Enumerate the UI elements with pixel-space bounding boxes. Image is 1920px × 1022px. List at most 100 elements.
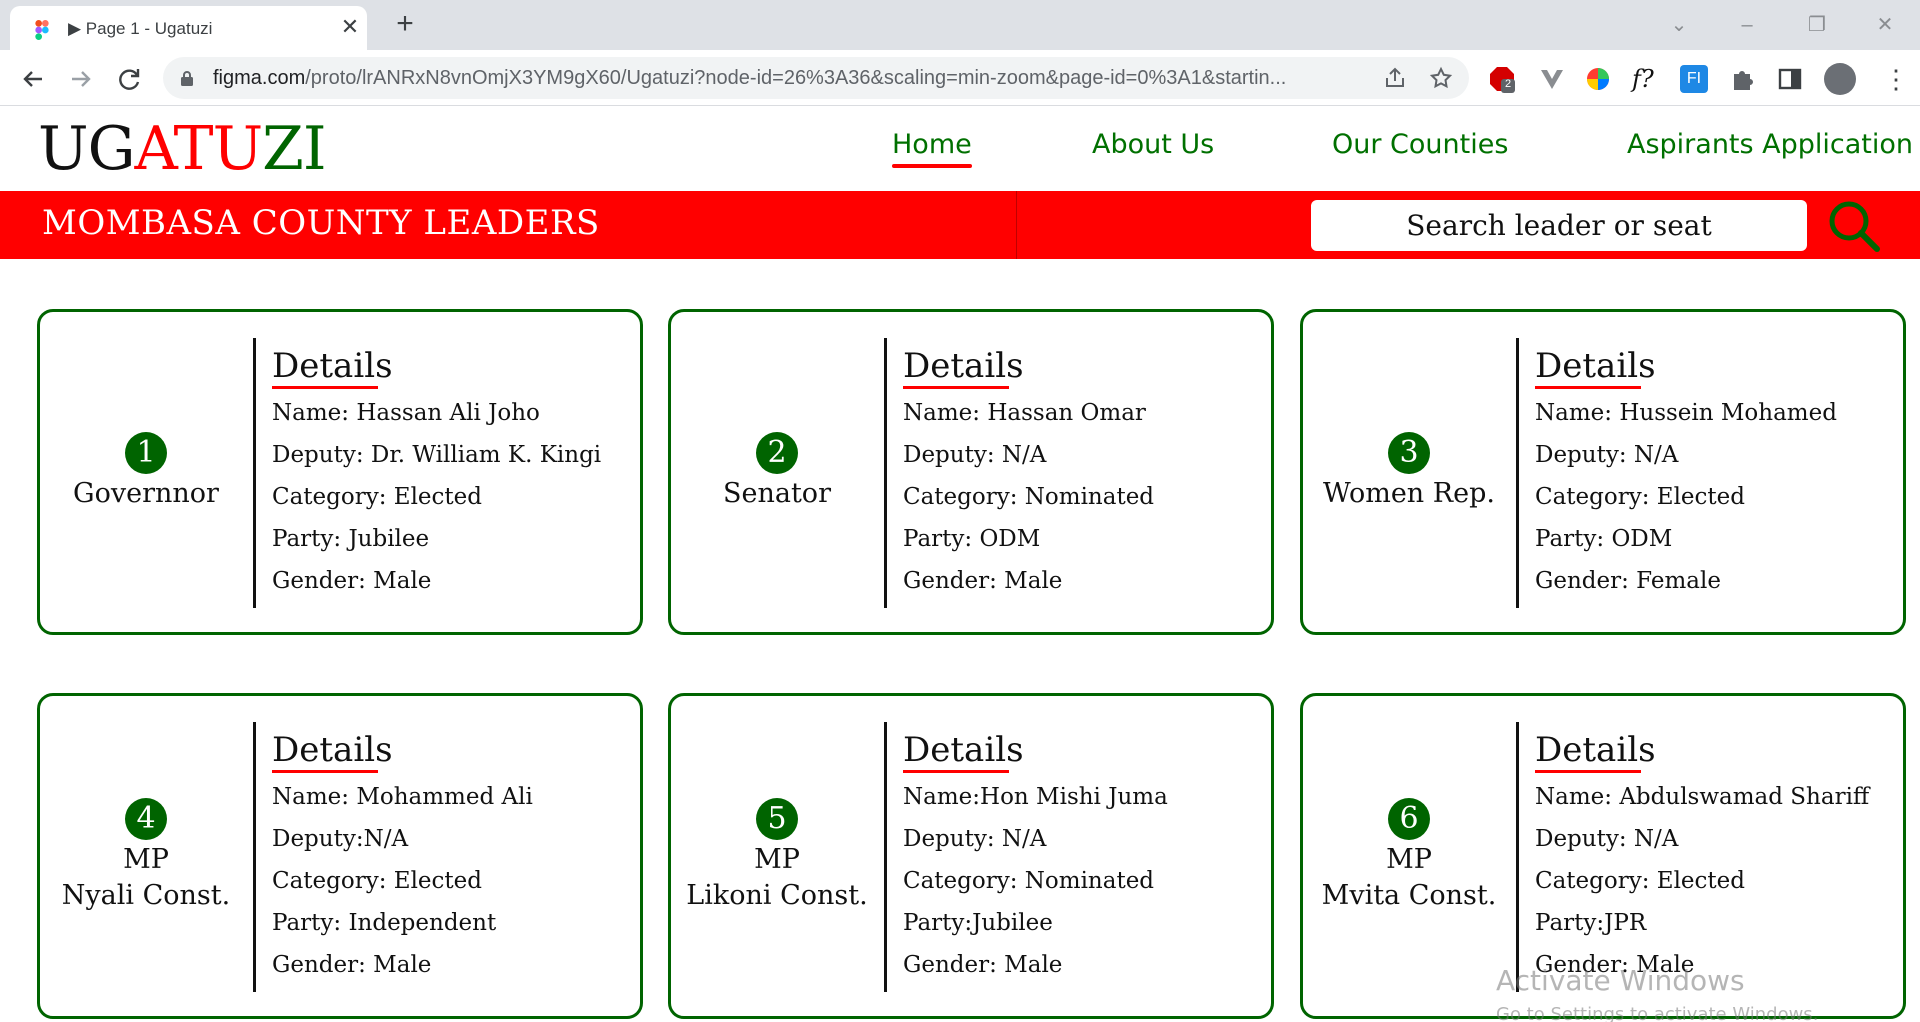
forward-arrow-icon[interactable]	[66, 64, 96, 94]
seat-number-badge: 6	[1388, 798, 1430, 840]
seat-info: 2 Senator	[671, 312, 883, 632]
activate-windows-watermark: Activate Windows	[1496, 964, 1745, 997]
share-icon[interactable]	[1383, 66, 1407, 90]
leader-gender: Gender: Male	[903, 568, 1063, 594]
leader-category: Category: Elected	[272, 484, 482, 510]
seat-role: Women Rep.	[1323, 478, 1495, 509]
search-icon[interactable]	[1826, 198, 1882, 254]
figma-favicon-icon	[35, 20, 49, 40]
adblock-extension-icon[interactable]: 2	[1488, 65, 1516, 93]
leader-details: Details Name: Mohammed Ali Deputy:N/A Ca…	[272, 730, 642, 986]
details-heading: Details	[903, 346, 1024, 389]
seat-number-badge: 2	[756, 432, 798, 474]
leader-deputy: Deputy: N/A	[903, 826, 1047, 852]
seat-number-badge: 4	[125, 798, 167, 840]
kebab-menu-icon[interactable]: ⋮	[1882, 65, 1910, 93]
play-icon: ▶	[68, 19, 86, 38]
nav-counties-link[interactable]: Our Counties	[1332, 129, 1508, 160]
url-text: figma.com/proto/lrANRxN8vnOmjX3YM9gX60/U…	[213, 67, 1287, 89]
close-window-icon[interactable]: ✕	[1870, 10, 1900, 40]
seat-info: 1 Governnor	[40, 312, 252, 632]
sidepanel-icon[interactable]	[1776, 65, 1804, 93]
seat-constituency: Likoni Const.	[686, 880, 868, 911]
puzzle-icon[interactable]	[1728, 65, 1756, 93]
site-logo[interactable]: UGATUZI	[38, 109, 327, 189]
address-bar[interactable]: figma.com/proto/lrANRxN8vnOmjX3YM9gX60/U…	[163, 57, 1469, 99]
browser-toolbar: figma.com/proto/lrANRxN8vnOmjX3YM9gX60/U…	[0, 50, 1920, 106]
banner-divider	[1016, 191, 1017, 259]
new-tab-button[interactable]: +	[390, 9, 420, 40]
close-tab-icon[interactable]: ✕	[338, 15, 362, 39]
leader-category: Category: Elected	[1535, 868, 1745, 894]
leader-party: Party: Jubilee	[272, 526, 430, 552]
reload-icon[interactable]	[114, 64, 144, 94]
leader-name: Name: Hassan Omar	[903, 400, 1146, 426]
nav-aspirants-link[interactable]: Aspirants Application	[1627, 129, 1913, 160]
site-header: UGATUZI Home About Us Our Counties Aspir…	[0, 107, 1920, 191]
star-icon[interactable]	[1429, 66, 1453, 90]
details-heading: Details	[272, 346, 393, 389]
page-title: MOMBASA COUNTY LEADERS	[42, 203, 600, 243]
color-picker-icon[interactable]	[1584, 65, 1612, 93]
leader-details: Details Name: Hassan Omar Deputy: N/A Ca…	[903, 346, 1273, 602]
leader-deputy: Deputy: Dr. William K. Kingi	[272, 442, 602, 468]
leader-card[interactable]: 1 Governnor Details Name: Hassan Ali Joh…	[37, 309, 643, 635]
leader-details: Details Name: Hassan Ali Joho Deputy: Dr…	[272, 346, 642, 602]
vue-devtools-icon[interactable]	[1538, 65, 1566, 93]
leader-gender: Gender: Male	[272, 952, 432, 978]
leader-deputy: Deputy: N/A	[1535, 442, 1679, 468]
seat-constituency: Nyali Const.	[61, 880, 231, 911]
leader-details: Details Name: Abdulswamad Shariff Deputy…	[1535, 730, 1905, 986]
lock-icon	[181, 71, 193, 86]
browser-tab[interactable]: ▶ Page 1 - Ugatuzi ✕	[10, 6, 367, 50]
seat-info: 5 MP Likoni Const.	[671, 696, 883, 1016]
nav-about-link[interactable]: About Us	[1092, 129, 1214, 160]
profile-avatar[interactable]	[1824, 63, 1856, 95]
leader-category: Category: Nominated	[903, 868, 1155, 894]
card-divider	[1516, 722, 1519, 992]
seat-constituency: Mvita Const.	[1321, 880, 1497, 911]
card-divider	[253, 338, 256, 608]
nav-home-link[interactable]: Home	[892, 129, 972, 168]
card-divider	[884, 722, 887, 992]
leader-card[interactable]: 4 MP Nyali Const. Details Name: Mohammed…	[37, 693, 643, 1019]
seat-info: 6 MP Mvita Const.	[1303, 696, 1515, 1016]
seat-info: 4 MP Nyali Const.	[40, 696, 252, 1016]
back-arrow-icon[interactable]	[18, 64, 48, 94]
minimize-window-icon[interactable]: –	[1732, 10, 1762, 40]
seat-role: MP	[754, 844, 800, 875]
leader-name: Name: Hassan Ali Joho	[272, 400, 540, 426]
leader-party: Party: ODM	[903, 526, 1041, 552]
leader-party: Party: Independent	[272, 910, 497, 936]
fi-extension-icon[interactable]: FI	[1680, 65, 1708, 93]
card-divider	[253, 722, 256, 992]
county-banner: MOMBASA COUNTY LEADERS Search leader or …	[0, 191, 1920, 259]
seat-role: MP	[123, 844, 169, 875]
leader-gender: Gender: Male	[272, 568, 432, 594]
search-input[interactable]: Search leader or seat	[1311, 200, 1807, 251]
browser-tab-strip: ▶ Page 1 - Ugatuzi ✕ + ⌄ – ❐ ✕	[0, 0, 1920, 50]
activate-windows-hint: Go to Settings to activate Windows.	[1496, 1004, 1819, 1022]
leader-party: Party: ODM	[1535, 526, 1673, 552]
leader-name: Name: Mohammed Ali	[272, 784, 533, 810]
leader-name: Name:Hon Mishi Juma	[903, 784, 1168, 810]
font-finder-icon[interactable]: f?	[1632, 65, 1660, 93]
seat-number-badge: 3	[1388, 432, 1430, 474]
leader-deputy: Deputy:N/A	[272, 826, 409, 852]
leader-card[interactable]: 2 Senator Details Name: Hassan Omar Depu…	[668, 309, 1274, 635]
details-heading: Details	[1535, 346, 1656, 389]
restore-window-icon[interactable]: ❐	[1802, 10, 1832, 40]
leader-party: Party:Jubilee	[903, 910, 1053, 936]
tab-search-chevron-icon[interactable]: ⌄	[1664, 10, 1694, 40]
leader-gender: Gender: Female	[1535, 568, 1721, 594]
leader-deputy: Deputy: N/A	[903, 442, 1047, 468]
leader-name: Name: Hussein Mohamed	[1535, 400, 1837, 426]
leader-card[interactable]: 5 MP Likoni Const. Details Name:Hon Mish…	[668, 693, 1274, 1019]
leader-name: Name: Abdulswamad Shariff	[1535, 784, 1870, 810]
leader-card[interactable]: 3 Women Rep. Details Name: Hussein Moham…	[1300, 309, 1906, 635]
details-heading: Details	[272, 730, 393, 773]
leader-gender: Gender: Male	[903, 952, 1063, 978]
extension-badge: 2	[1505, 78, 1512, 90]
card-divider	[1516, 338, 1519, 608]
details-heading: Details	[1535, 730, 1656, 773]
